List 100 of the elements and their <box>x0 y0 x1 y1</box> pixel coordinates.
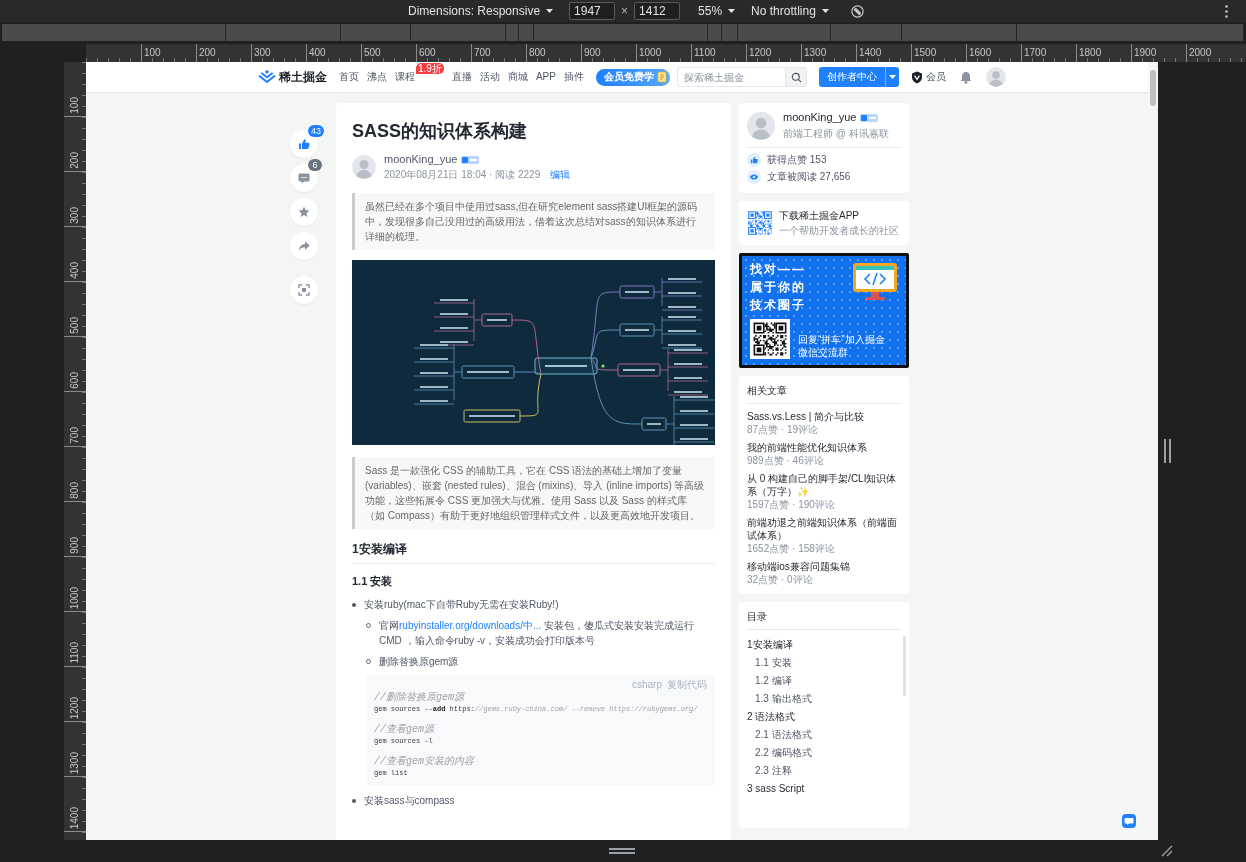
banner-note: 微信交流群 <box>798 347 849 359</box>
search-field[interactable]: 探索稀土掘金 <box>677 67 785 87</box>
resize-grip-icon[interactable] <box>1161 845 1173 857</box>
author-name[interactable]: moonKing_yue <box>384 153 458 166</box>
thumb-up-icon <box>298 138 310 150</box>
level-badge-icon <box>461 155 480 164</box>
related-article-link[interactable]: Sass.vs.Less | 简介与比较 <box>747 410 901 423</box>
toc-link[interactable]: 1.3 输出格式 <box>755 690 901 708</box>
count-badge: 6 <box>308 159 322 171</box>
toc-link[interactable]: 2.3 注释 <box>755 762 901 780</box>
nav-link[interactable]: 沸点 <box>367 70 387 84</box>
ruler-label: 100 <box>69 97 81 114</box>
qr-code-icon <box>747 210 773 236</box>
rotate-icon <box>850 4 864 18</box>
section-heading: 1安装编译 <box>352 541 715 564</box>
nav-link[interactable]: 课程 <box>395 70 415 84</box>
circle-bullet-icon <box>366 623 371 628</box>
card-title: 相关文章 <box>747 384 901 404</box>
focus-mode-button[interactable] <box>290 276 318 304</box>
collect-button[interactable] <box>290 198 318 226</box>
related-article-link[interactable]: 移动端ios兼容问题集锦 <box>747 560 901 573</box>
ruler-label: 1300 <box>69 751 81 774</box>
related-article-link[interactable]: 从 0 构建自己的脚手架/CLI知识体系（万字）✨ <box>747 472 901 498</box>
app-title: 下载稀土掘金APP <box>779 209 860 222</box>
creator-menu-button[interactable] <box>885 67 899 87</box>
eye-icon <box>747 169 761 184</box>
bell-icon[interactable] <box>960 70 972 84</box>
related-article-link[interactable]: 我的前端性能优化知识体系 <box>747 441 901 454</box>
caret-icon <box>889 75 896 79</box>
more-button[interactable] <box>1225 4 1228 18</box>
logo-icon <box>258 70 276 84</box>
comment-button[interactable] <box>290 164 318 192</box>
article-title: SASS的知识体系构建 <box>352 120 529 143</box>
article-stats: 32点赞 · 0评论 <box>747 573 814 586</box>
nav-link[interactable]: APP <box>535 70 556 84</box>
app-card[interactable]: 下载稀土掘金APP 一个帮助开发者成长的社区 <box>739 201 909 245</box>
toc-link[interactable]: 1.1 安装 <box>755 654 901 672</box>
blockquote: 虽然已经在多个项目中使用过sass,但在研究element sass搭建UI框架的源码中，发现很多自己没用过的高级用法，借着这次总结对sass的知识体系进行详细的梳理。 <box>352 193 715 250</box>
link[interactable]: rubyinstaller.org/downloads/中... <box>399 620 542 631</box>
toc-link[interactable]: 2.1 语法格式 <box>755 726 901 744</box>
height-resize-handle[interactable] <box>609 848 635 854</box>
thumb-up-icon <box>747 152 761 167</box>
nav-link[interactable]: 直播 <box>451 70 472 84</box>
ad-banner[interactable]: 找对—— 属于你的 技术圈子 回复“拼车”加入掘金 微信交流群 <box>739 253 909 368</box>
ruler-label: 500 <box>69 317 81 334</box>
star-icon <box>298 206 310 218</box>
share-button[interactable] <box>290 232 318 260</box>
speech-bubble-icon <box>298 172 310 184</box>
banner-headline: 属于你的 <box>750 280 806 295</box>
zoom-dropdown[interactable]: 55% <box>698 4 736 18</box>
code-comment: //查看gem安装的内容 <box>374 755 476 768</box>
dimensions-dropdown[interactable]: Dimensions: Responsive <box>408 4 554 18</box>
share-icon <box>298 240 310 252</box>
related-article-link[interactable]: 前端劝退之前端知识体系（前端面试体系） <box>747 516 901 542</box>
edit-link[interactable]: 编辑 <box>550 168 571 181</box>
article-stats: 1597点赞 · 190评论 <box>747 498 836 511</box>
width-resize-handle[interactable] <box>1164 439 1171 463</box>
nav-link[interactable]: 首页 <box>339 70 359 84</box>
article-stats: 989点赞 · 46评论 <box>747 454 825 467</box>
scrollbar-thumb[interactable] <box>1150 70 1156 106</box>
toc-link[interactable]: 1安装编译 <box>747 636 901 654</box>
more-icon <box>1225 4 1228 18</box>
nav-link[interactable]: 商城 <box>507 70 528 84</box>
ruler-label: 1400 <box>69 806 81 829</box>
level-badge-icon <box>860 113 879 122</box>
member-link[interactable]: 会员 <box>911 70 946 84</box>
list-item-text: 官网rubyinstaller.org/downloads/中... 安装包，傻瓜式安装安装完成运行CMD ，输入命令ruby -v，安装成功会打印版本号 <box>379 619 696 648</box>
card-title: 目录 <box>747 610 901 630</box>
monitor-icon <box>852 262 898 302</box>
list-item-text: 安装sass与compass <box>364 794 456 808</box>
article-stats: 1652点赞 · 158评论 <box>747 542 836 555</box>
throttling-dropdown[interactable]: No throttling <box>751 4 829 18</box>
height-field[interactable]: 1412 <box>634 2 681 20</box>
logo-link[interactable]: 稀土掘金 <box>258 68 327 86</box>
qr-code-icon <box>752 321 788 357</box>
code-comment: //删除替换原gem源 <box>374 691 467 704</box>
ruler-label: 800 <box>69 482 81 499</box>
ruler-label: 400 <box>69 262 81 279</box>
creator-center-button[interactable]: 创作者中心 <box>819 67 885 87</box>
rotate-button[interactable] <box>850 4 864 18</box>
toc-link[interactable]: 3 sass Script <box>747 780 901 798</box>
toc-link[interactable]: 2 语法格式 <box>747 708 901 726</box>
chat-icon[interactable] <box>1122 814 1136 828</box>
code-comment: //查看gem源 <box>374 723 437 736</box>
toc-link[interactable]: 1.2 编译 <box>755 672 901 690</box>
ruler-label: 200 <box>69 152 81 169</box>
author-job-title: 前端工程师 @ 科讯嘉联 <box>783 127 889 140</box>
toc-link[interactable]: 2.2 编码格式 <box>755 744 901 762</box>
article-meta: 2020年08月21日 18:04 · 阅读 2229 <box>384 168 541 181</box>
author-name[interactable]: moonKing_yue <box>783 111 857 124</box>
caret-icon <box>546 9 554 13</box>
scrollbar-thumb[interactable] <box>903 636 906 696</box>
search-button[interactable] <box>785 67 807 87</box>
search-icon <box>790 71 802 83</box>
width-field[interactable]: 1947 <box>569 2 616 20</box>
nav-link[interactable]: 活动 <box>479 70 500 84</box>
bullet-icon <box>352 798 356 803</box>
article-stats: 87点赞 · 19评论 <box>747 423 820 436</box>
nav-link[interactable]: 插件 <box>563 70 584 84</box>
ruler-label: 600 <box>69 372 81 389</box>
